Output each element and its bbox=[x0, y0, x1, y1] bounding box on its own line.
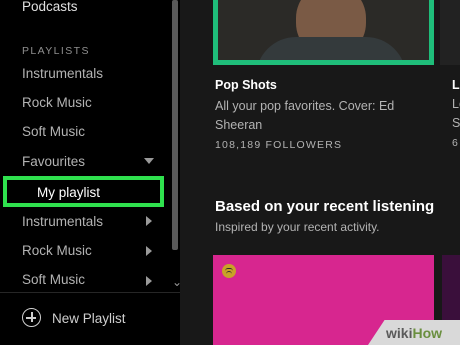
card-followers: 108,189 FOLLOWERS bbox=[215, 139, 343, 151]
partial-card-desc-2: S bbox=[452, 116, 460, 130]
my-playlist-label: My playlist bbox=[37, 185, 101, 200]
caret-right-icon[interactable] bbox=[146, 276, 152, 286]
section-title: Based on your recent listening bbox=[215, 198, 435, 215]
partial-card-followers: 6 bbox=[452, 137, 458, 149]
plus-circle-icon[interactable] bbox=[22, 308, 41, 327]
sidebar-item-soft-music[interactable]: Soft Music bbox=[22, 124, 85, 139]
sidebar-item-soft-music-2[interactable]: Soft Music bbox=[22, 272, 85, 287]
sidebar-item-podcasts[interactable]: Podcasts bbox=[22, 0, 78, 14]
card-description: All your pop favorites. Cover: Ed Sheera… bbox=[215, 99, 395, 132]
sidebar: Podcasts PLAYLISTS Instrumentals Rock Mu… bbox=[0, 0, 182, 345]
sidebar-item-instrumentals[interactable]: Instrumentals bbox=[22, 66, 103, 81]
sidebar-item-rock-music-2[interactable]: Rock Music bbox=[22, 243, 92, 258]
card-title[interactable]: Pop Shots bbox=[215, 78, 277, 92]
caret-right-icon[interactable] bbox=[146, 246, 152, 256]
sidebar-divider bbox=[0, 292, 180, 293]
partial-card-desc: Le bbox=[452, 97, 460, 111]
sidebar-item-instrumentals-2[interactable]: Instrumentals bbox=[22, 214, 103, 229]
sidebar-item-my-playlist[interactable]: My playlist bbox=[3, 176, 164, 207]
caret-right-icon[interactable] bbox=[146, 216, 152, 226]
sidebar-scrollbar[interactable] bbox=[172, 0, 178, 250]
sidebar-item-rock-music[interactable]: Rock Music bbox=[22, 95, 92, 110]
playlists-heading: PLAYLISTS bbox=[22, 45, 90, 57]
cover-artist-shirt bbox=[256, 37, 406, 60]
sidebar-folder-favourites[interactable]: Favourites bbox=[22, 154, 85, 169]
watermark-how: How bbox=[412, 325, 443, 341]
section-subtitle: Inspired by your recent activity. bbox=[215, 220, 380, 234]
spotify-app: Podcasts PLAYLISTS Instrumentals Rock Mu… bbox=[0, 0, 460, 345]
playlist-cover-pop-shots[interactable] bbox=[213, 0, 434, 65]
new-playlist-button[interactable]: New Playlist bbox=[52, 311, 126, 326]
playlist-cover-partial[interactable] bbox=[440, 0, 460, 65]
watermark-wiki: wiki bbox=[386, 325, 413, 341]
partial-card-title[interactable]: L bbox=[452, 78, 460, 92]
caret-down-icon[interactable] bbox=[144, 158, 154, 164]
spotify-logo-icon bbox=[222, 264, 236, 278]
